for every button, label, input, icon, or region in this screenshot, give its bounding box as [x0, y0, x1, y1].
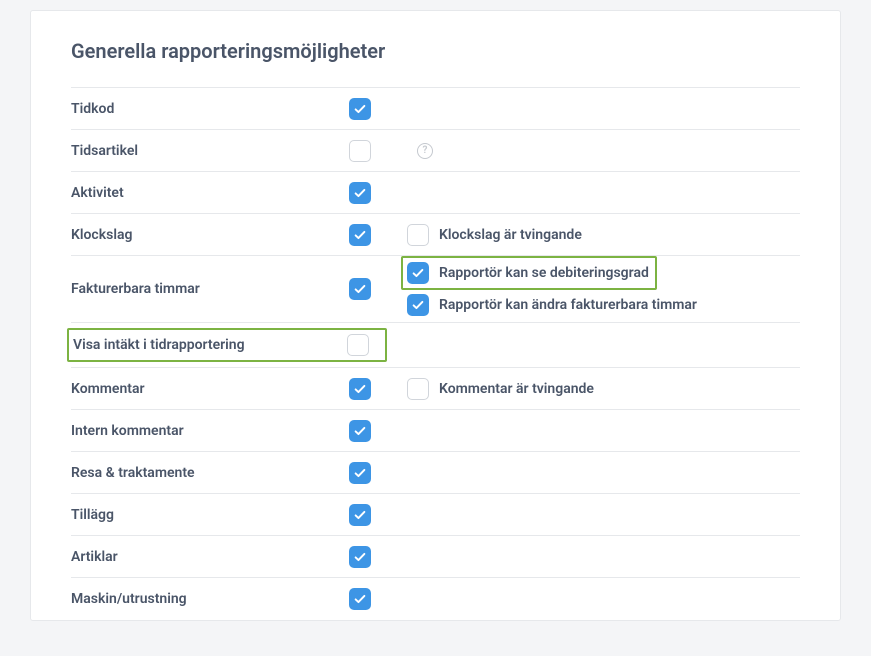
checkbox-resa[interactable]	[349, 462, 371, 484]
check-icon	[353, 592, 367, 606]
check-icon	[353, 282, 367, 296]
check-icon	[353, 228, 367, 242]
settings-card: Generella rapporteringsmöjligheter Tidko…	[30, 10, 841, 621]
label-resa: Resa & traktamente	[71, 465, 349, 481]
check-icon	[353, 102, 367, 116]
check-icon	[353, 508, 367, 522]
check-icon	[353, 550, 367, 564]
checkbox-debiteringsgrad[interactable]	[407, 262, 429, 284]
check-icon	[353, 186, 367, 200]
label-debiteringsgrad: Rapportör kan se debiteringsgrad	[439, 265, 649, 281]
checkbox-kommentar-required[interactable]	[407, 378, 429, 400]
label-tidsartikel: Tidsartikel	[71, 143, 349, 159]
label-kommentar-required: Kommentar är tvingande	[439, 381, 594, 397]
label-andra-timmar: Rapportör kan ändra fakturerbara timmar	[439, 297, 697, 313]
label-visa-intakt: Visa intäkt i tidrapportering	[73, 337, 347, 353]
check-icon	[353, 424, 367, 438]
checkbox-fakturerbara[interactable]	[349, 278, 371, 300]
label-klockslag: Klockslag	[71, 227, 349, 243]
row-resa: Resa & traktamente	[71, 452, 800, 494]
row-fakturerbara: Fakturerbara timmar Rapportör kan se deb…	[71, 256, 800, 323]
label-maskin: Maskin/utrustning	[71, 591, 349, 607]
section-title: Generella rapporteringsmöjligheter	[71, 39, 800, 63]
check-icon	[411, 266, 425, 280]
check-icon	[353, 466, 367, 480]
row-tidsartikel: Tidsartikel ?	[71, 130, 800, 172]
checkbox-tidkod[interactable]	[349, 98, 371, 120]
checkbox-tillagg[interactable]	[349, 504, 371, 526]
highlight-visa-intakt: Visa intäkt i tidrapportering	[67, 328, 387, 362]
checkbox-artiklar[interactable]	[349, 546, 371, 568]
checkbox-maskin[interactable]	[349, 588, 371, 610]
row-kommentar: Kommentar Kommentar är tvingande	[71, 368, 800, 410]
check-icon	[411, 298, 425, 312]
label-fakturerbara: Fakturerbara timmar	[71, 281, 349, 297]
row-visa-intakt: Visa intäkt i tidrapportering	[71, 323, 800, 368]
checkbox-intern-kommentar[interactable]	[349, 420, 371, 442]
row-klockslag: Klockslag Klockslag är tvingande	[71, 214, 800, 256]
highlight-debiteringsgrad: Rapportör kan se debiteringsgrad	[401, 256, 657, 290]
row-aktivitet: Aktivitet	[71, 172, 800, 214]
label-tillagg: Tillägg	[71, 507, 349, 523]
label-tidkod: Tidkod	[71, 101, 349, 117]
row-tidkod: Tidkod	[71, 88, 800, 130]
row-artiklar: Artiklar	[71, 536, 800, 578]
label-artiklar: Artiklar	[71, 549, 349, 565]
row-tillagg: Tillägg	[71, 494, 800, 536]
checkbox-andra-timmar[interactable]	[407, 294, 429, 316]
label-klockslag-required: Klockslag är tvingande	[439, 227, 582, 243]
row-intern-kommentar: Intern kommentar	[71, 410, 800, 452]
help-icon[interactable]: ?	[417, 143, 433, 159]
label-kommentar: Kommentar	[71, 381, 349, 397]
row-maskin: Maskin/utrustning	[71, 578, 800, 620]
checkbox-klockslag-required[interactable]	[407, 224, 429, 246]
label-aktivitet: Aktivitet	[71, 185, 349, 201]
checkbox-tidsartikel[interactable]	[349, 140, 371, 162]
checkbox-kommentar[interactable]	[349, 378, 371, 400]
check-icon	[353, 382, 367, 396]
checkbox-klockslag[interactable]	[349, 224, 371, 246]
label-intern-kommentar: Intern kommentar	[71, 423, 349, 439]
checkbox-aktivitet[interactable]	[349, 182, 371, 204]
checkbox-visa-intakt[interactable]	[347, 334, 369, 356]
